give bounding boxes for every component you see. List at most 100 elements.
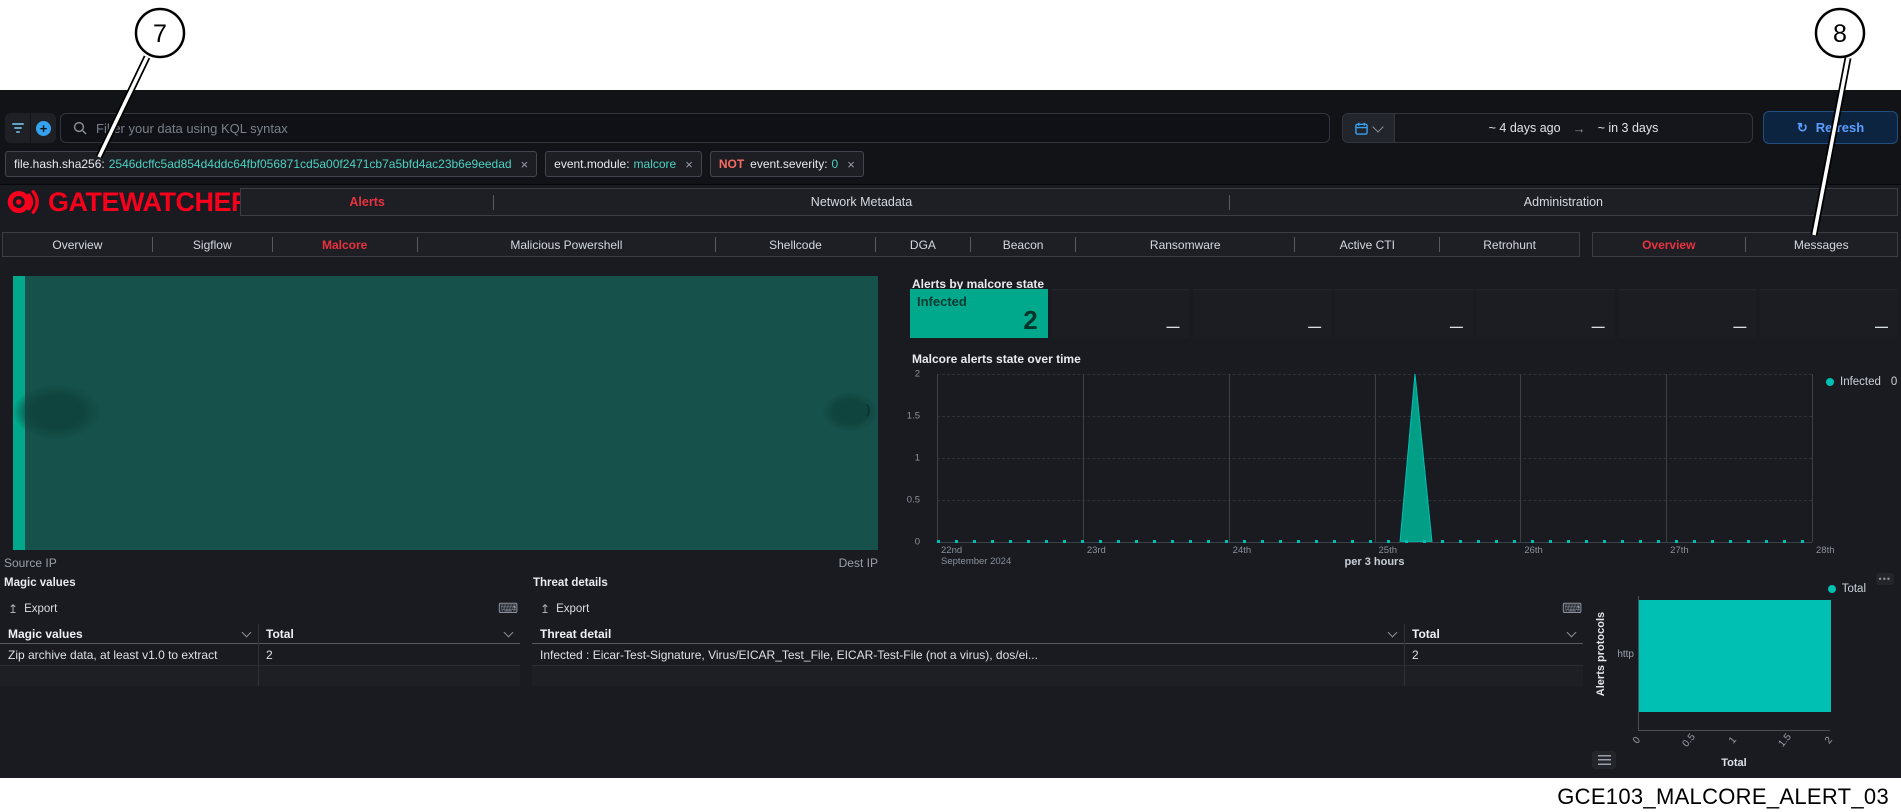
column-header-total[interactable]: Total	[1404, 627, 1583, 641]
state-card-empty[interactable]: —	[1476, 289, 1615, 338]
main-nav-alerts[interactable]: Alerts	[241, 189, 493, 215]
tab-malicious-powershell[interactable]: Malicious Powershell	[418, 233, 716, 256]
tab-overview[interactable]: Overview	[3, 233, 152, 256]
y-tick-label: 0.5	[906, 494, 920, 506]
bar-x-axis-title: Total	[1721, 757, 1747, 769]
x-tick-label: 22nd	[941, 545, 963, 556]
callout-number-7: 7	[153, 20, 167, 48]
search-icon	[73, 121, 87, 135]
pill-field: event.severity:	[750, 157, 828, 171]
sankey-dest-axis-label: Dest IP	[838, 556, 878, 570]
tab-right-messages[interactable]: Messages	[1746, 233, 1898, 256]
time-chart-y-axis: 2 1.5 1 0.5 0	[870, 369, 930, 548]
sankey-node-shadow-left	[13, 384, 101, 440]
sankey-link[interactable]	[25, 276, 878, 550]
tab-retrohunt[interactable]: Retrohunt	[1440, 233, 1579, 256]
state-card-empty[interactable]: —	[1335, 289, 1473, 338]
sort-chevron-icon[interactable]	[241, 627, 252, 637]
column-header-label: Total	[1412, 626, 1440, 641]
state-card-empty-value: —	[1591, 319, 1605, 334]
figure-caption: GCE103_MALCORE_ALERT_03	[1557, 784, 1889, 809]
calendar-menu-button[interactable]	[1343, 114, 1395, 142]
filter-pill-hash[interactable]: file.hash.sha256: 2546dcffc5ad854d4ddc64…	[5, 151, 538, 177]
magic-export-button[interactable]: ↥ Export	[8, 602, 57, 616]
pill-value: 0	[831, 157, 839, 171]
range-arrow-icon: →	[1572, 120, 1586, 136]
column-header-label: Threat detail	[540, 626, 612, 641]
http-total-bar[interactable]	[1639, 600, 1831, 712]
export-label: Export	[24, 603, 58, 615]
state-card-empty[interactable]: —	[1193, 289, 1332, 338]
column-header-total[interactable]: Total	[258, 627, 520, 641]
column-header-label: Total	[266, 626, 294, 641]
filter-pill-module[interactable]: event.module: malcore ×	[545, 151, 702, 177]
sort-chevron-icon[interactable]	[1387, 627, 1398, 637]
kql-search-input[interactable]: Filter your data using KQL syntax	[60, 113, 1330, 143]
bar-x-tick-label: 0.5	[1680, 731, 1698, 750]
tab-right-overview[interactable]: Overview	[1593, 233, 1745, 256]
y-tick-label: 1	[914, 452, 920, 464]
time-chart-title: Malcore alerts state over time	[912, 352, 1081, 366]
subtabs-right: Overview Messages	[1592, 232, 1898, 257]
bar-legend[interactable]: Total	[1827, 583, 1866, 595]
export-icon: ↥	[8, 602, 19, 616]
remove-filter-icon[interactable]: ×	[847, 157, 855, 172]
main-nav-administration[interactable]: Administration	[1230, 189, 1897, 215]
sort-chevron-icon[interactable]	[503, 627, 514, 637]
date-to[interactable]: ~ in 3 days	[1598, 121, 1659, 135]
threat-table-row: Infected : Eicar-Test-Signature, Virus/E…	[532, 644, 1583, 666]
time-chart-legend[interactable]: Infected 0	[1826, 376, 1897, 388]
column-header-threat-detail[interactable]: Threat detail	[532, 627, 1404, 641]
legend-label: Infected	[1840, 376, 1881, 388]
bar-x-tick-label: 2	[1822, 734, 1835, 747]
magic-table-row: Zip archive data, at least v1.0 to extra…	[0, 644, 520, 666]
threat-zebra-row	[532, 666, 1583, 686]
threat-export-button[interactable]: ↥ Export	[540, 602, 589, 616]
state-card-infected[interactable]: Infected 2	[910, 289, 1048, 338]
filter-button-group: +	[5, 113, 56, 143]
sort-chevron-icon[interactable]	[1566, 627, 1577, 637]
panel-options-icon[interactable]: •••	[1875, 573, 1894, 585]
remove-filter-icon[interactable]: ×	[685, 157, 693, 172]
keyboard-icon[interactable]: ⌨	[1562, 601, 1582, 615]
legend-value: 0	[1890, 376, 1898, 388]
tab-beacon[interactable]: Beacon	[971, 233, 1075, 256]
tab-sigflow[interactable]: Sigflow	[153, 233, 272, 256]
add-filter-button[interactable]: +	[30, 113, 56, 143]
list-icon	[1597, 755, 1611, 765]
legend-dot-icon	[1827, 585, 1836, 593]
table-cell: 2	[1412, 647, 1419, 662]
keyboard-icon[interactable]: ⌨	[498, 601, 518, 615]
infected-spike-series	[1399, 374, 1433, 542]
export-label: Export	[556, 603, 590, 615]
state-card-empty[interactable]: —	[1760, 289, 1899, 338]
date-range-picker[interactable]: ~ 4 days ago → ~ in 3 days	[1342, 113, 1753, 143]
filter-pill-severity[interactable]: NOT event.severity: 0 ×	[709, 151, 864, 177]
date-from[interactable]: ~ 4 days ago	[1489, 121, 1561, 135]
brand: GATEWATCHER	[6, 186, 250, 218]
tab-dga[interactable]: DGA	[876, 233, 970, 256]
gatewatcher-logo-icon	[7, 190, 39, 214]
main-nav-network-metadata[interactable]: Network Metadata	[494, 189, 1229, 215]
threat-table-header: Threat detail Total	[532, 624, 1583, 644]
state-card-empty[interactable]: —	[1051, 289, 1190, 338]
column-header-magic-values[interactable]: Magic values	[0, 627, 258, 641]
gatewatcher-app: + Filter your data using KQL syntax ~ 4 …	[0, 90, 1901, 778]
legend-toggle-button[interactable]	[1592, 751, 1616, 769]
y-tick-label: 1.5	[906, 410, 920, 422]
magic-table-header: Magic values Total	[0, 624, 520, 644]
tab-ransomware[interactable]: Ransomware	[1076, 233, 1294, 256]
x-tick-label: 24th	[1232, 545, 1252, 556]
y-tick-label: 0	[914, 536, 920, 548]
time-chart-axis-title: per 3 hours	[1344, 556, 1405, 568]
sankey-chart[interactable]: )	[13, 276, 878, 550]
time-chart-plot[interactable]	[937, 374, 1813, 543]
state-card-empty[interactable]: —	[1618, 289, 1757, 338]
saved-query-button[interactable]	[5, 113, 30, 143]
tab-malcore[interactable]: Malcore	[273, 233, 417, 256]
date-range-text: ~ 4 days ago → ~ in 3 days	[1395, 121, 1752, 136]
tab-shellcode[interactable]: Shellcode	[716, 233, 875, 256]
tab-active-cti[interactable]: Active CTI	[1295, 233, 1439, 256]
remove-filter-icon[interactable]: ×	[521, 157, 529, 172]
refresh-button[interactable]: ↻ Refresh	[1763, 111, 1898, 144]
